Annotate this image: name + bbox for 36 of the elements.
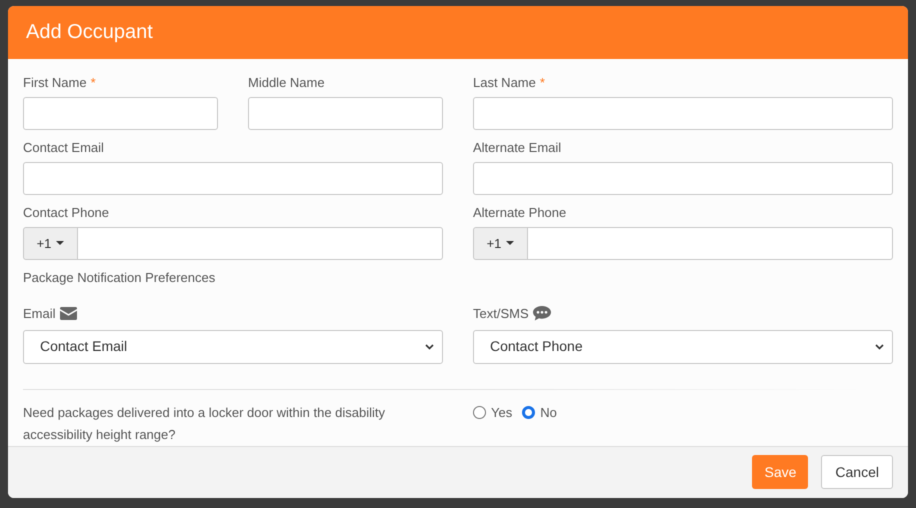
speech-bubble-icon (532, 306, 551, 322)
field-label: Contact Email (23, 139, 104, 158)
envelope-icon (60, 307, 77, 320)
dropdown[interactable]: Contact Phone (473, 330, 893, 364)
field-label: Last Name (473, 74, 536, 92)
dropdown[interactable]: Contact Email (23, 330, 443, 364)
radio-label: No (540, 404, 557, 422)
chevron-down-icon (875, 344, 884, 350)
phone-input[interactable] (78, 226, 443, 260)
field-label: Contact Phone (23, 204, 110, 222)
field-label: Text/SMS (473, 305, 529, 324)
country-code-dropdown[interactable]: +1 (23, 226, 78, 260)
question-text: Need packages delivered into a locker door within the disability accessibility height range? (23, 404, 386, 444)
cancel-button[interactable]: Cancel (821, 455, 893, 490)
text-input[interactable] (473, 96, 893, 130)
chevron-down-icon (425, 344, 434, 350)
field-label: Alternate Email (473, 139, 562, 158)
radio-label: Yes (491, 404, 512, 422)
field-label: Middle Name (248, 74, 325, 92)
section-heading: Package Notification Preferences (23, 270, 216, 285)
text-input[interactable] (23, 96, 218, 130)
phone-input[interactable] (528, 226, 893, 260)
caret-icon (506, 241, 514, 246)
text-input[interactable] (248, 96, 443, 130)
text-input[interactable] (23, 162, 443, 195)
dialog-title: Add Occupant (26, 20, 153, 46)
field-label: Alternate Phone (473, 204, 566, 222)
caret-icon (56, 241, 64, 246)
field-label: Email (23, 305, 56, 324)
required-mark: * (90, 74, 96, 92)
country-code-dropdown[interactable]: +1 (473, 226, 528, 260)
text-input[interactable] (473, 162, 893, 195)
radio-button[interactable] (522, 406, 536, 420)
field-label: First Name (23, 74, 87, 92)
required-mark: * (540, 74, 545, 92)
radio-button[interactable] (473, 406, 486, 420)
